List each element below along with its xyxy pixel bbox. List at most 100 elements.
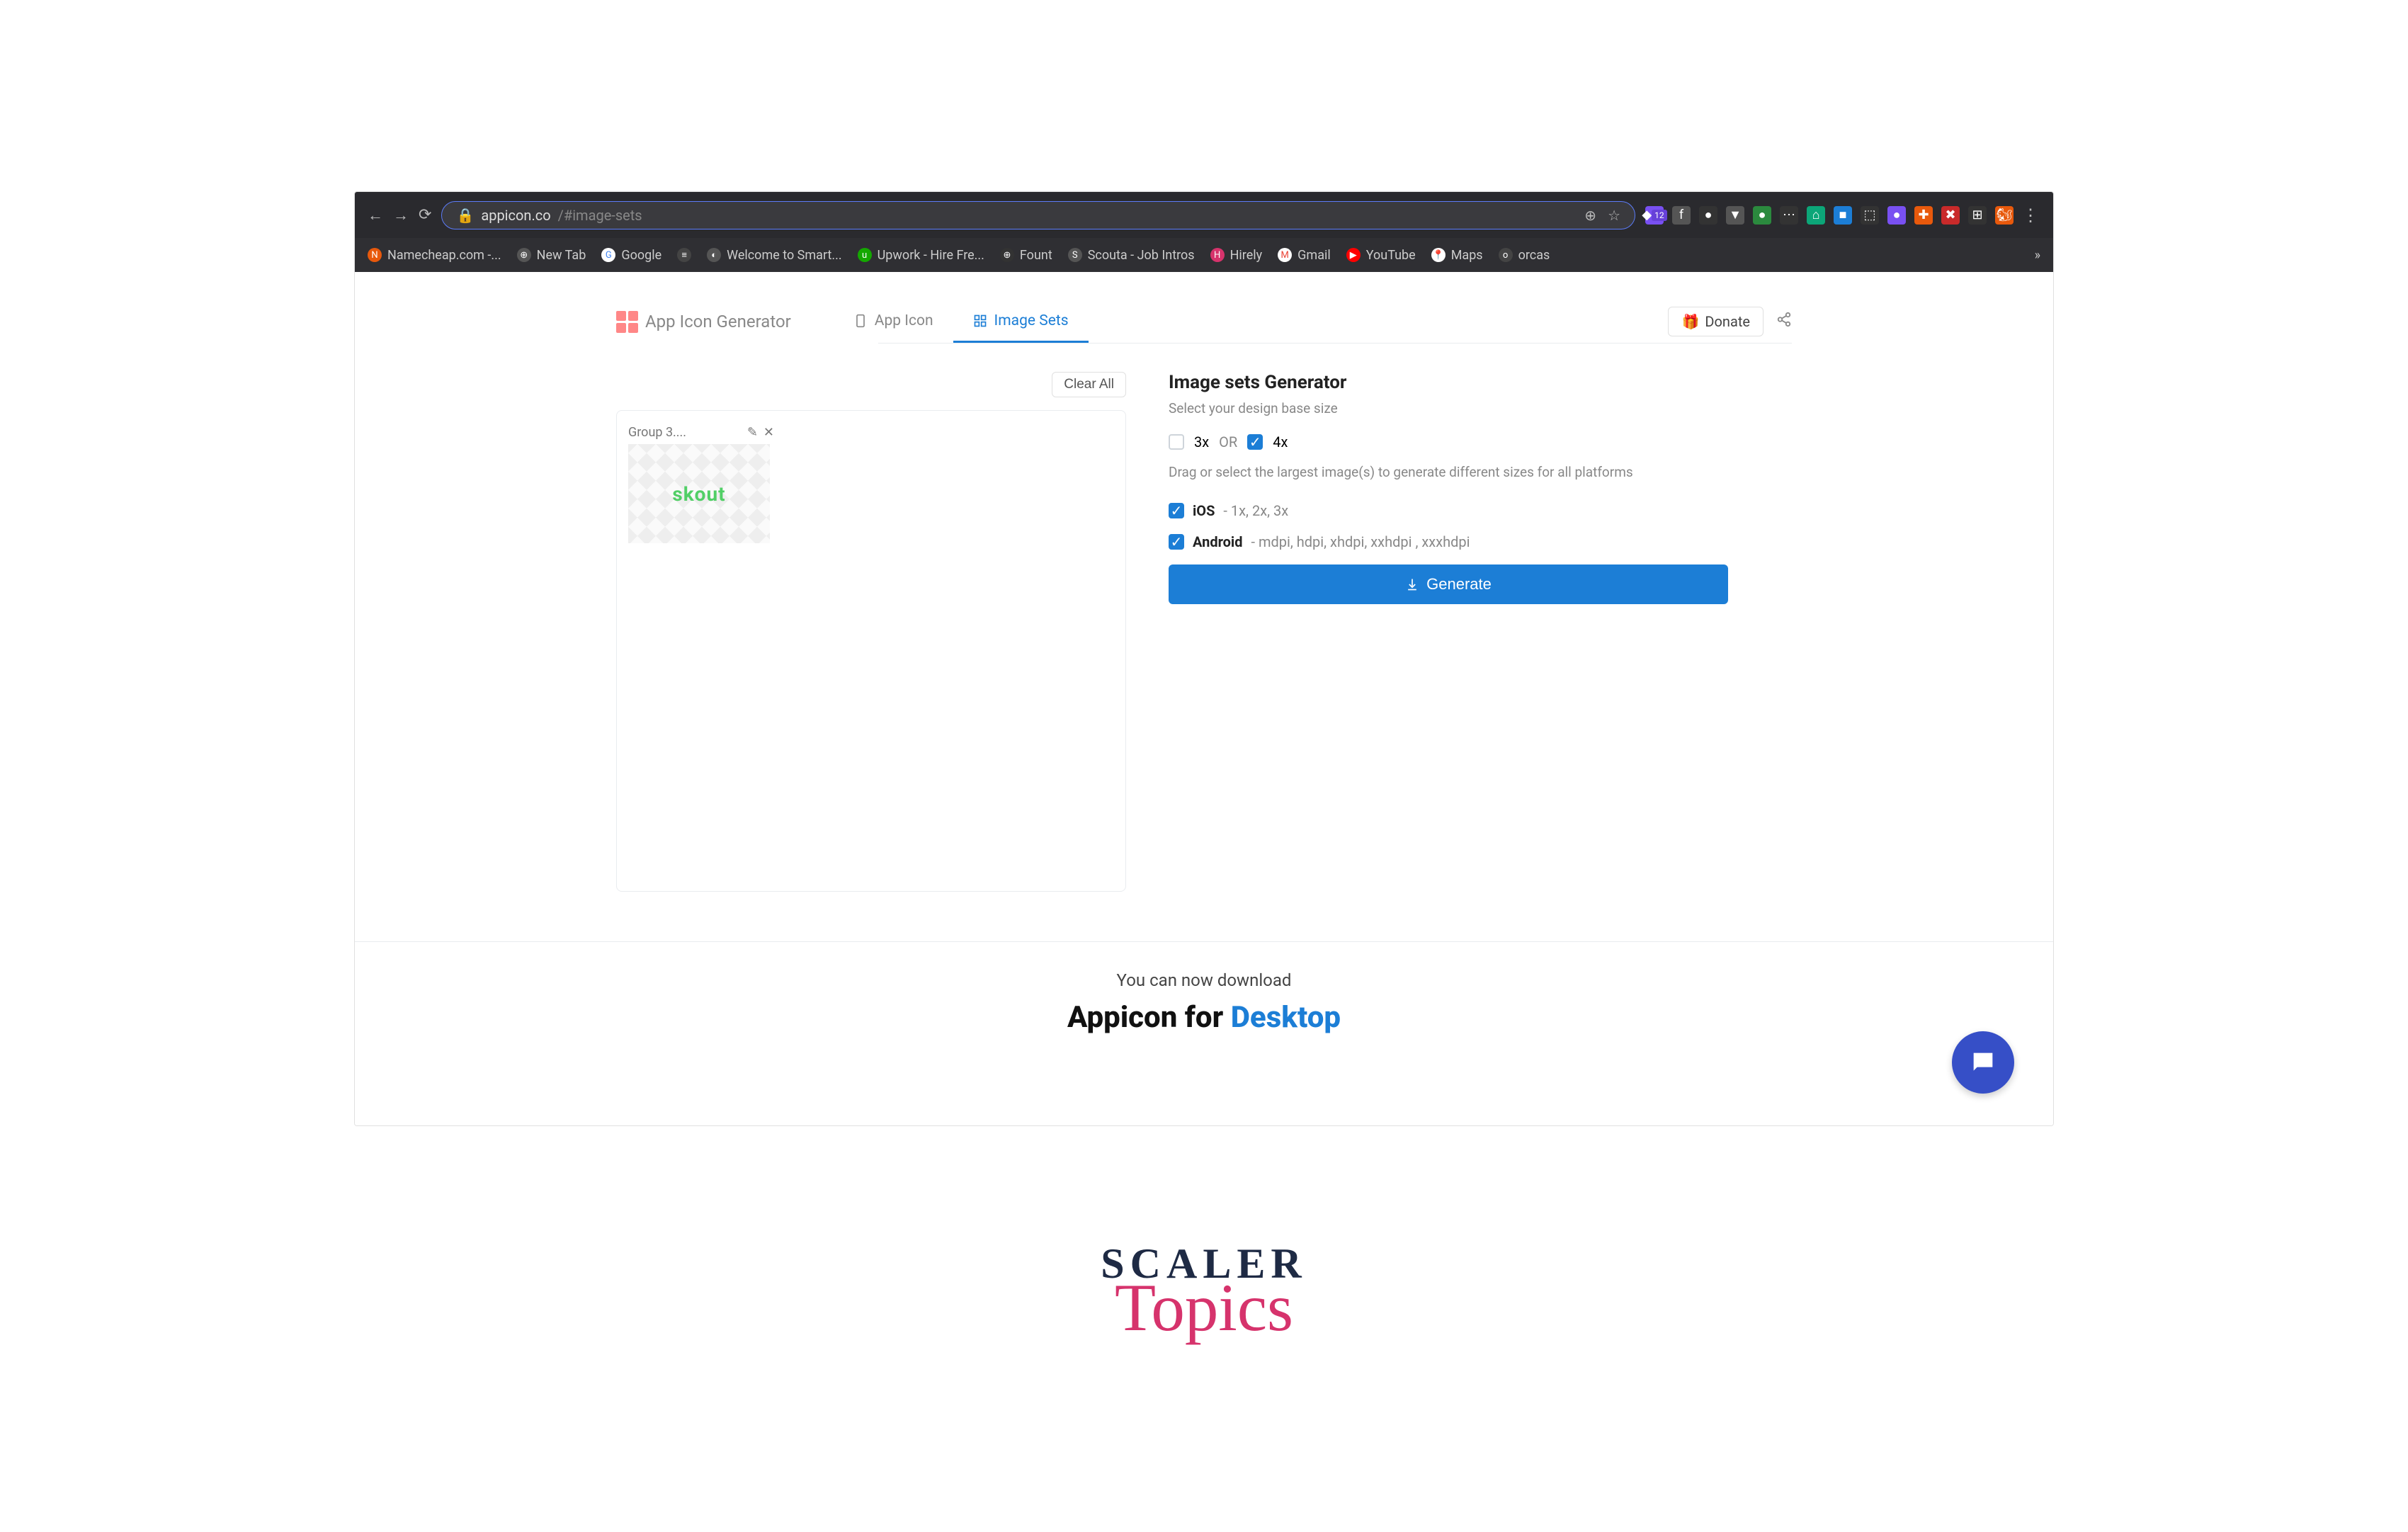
- bookmark-item[interactable]: ◐Welcome to Smart...: [707, 248, 841, 263]
- bookmarks-overflow-icon[interactable]: »: [2035, 248, 2040, 263]
- bookmark-favicon: S: [1068, 248, 1082, 262]
- extension-icon[interactable]: ⌂: [1807, 206, 1825, 225]
- extension-icon[interactable]: ✖: [1941, 206, 1960, 225]
- thumbnail-header: Group 3.... ✎ ✕: [628, 425, 774, 440]
- logo-icon: [616, 311, 638, 333]
- tab-image-sets[interactable]: Image Sets: [953, 300, 1089, 343]
- platform-android-row: ✓ Android - mdpi, hdpi, xhdpi, xxhdpi , …: [1169, 533, 1792, 550]
- header-actions: 🎁 Donate: [1668, 307, 1792, 336]
- forward-button[interactable]: →: [393, 206, 409, 225]
- generate-label: Generate: [1426, 575, 1492, 594]
- extension-icon[interactable]: ✚: [1914, 206, 1933, 225]
- bookmark-item[interactable]: oorcas: [1499, 248, 1550, 263]
- kebab-menu-icon[interactable]: ⋮: [2022, 205, 2040, 225]
- share-icon[interactable]: [1776, 312, 1792, 331]
- bookmark-favicon: H: [1210, 248, 1225, 262]
- tab-label: Image Sets: [994, 312, 1069, 329]
- tab-app-icon[interactable]: App Icon: [834, 300, 953, 343]
- grid-icon: [973, 314, 987, 328]
- checkbox-ios[interactable]: ✓: [1169, 503, 1184, 518]
- browser-toolbar: ← → ⟳ 🔒 appicon.co/#image-sets ⊕ ☆ ◆12 f…: [355, 192, 2053, 238]
- checkbox-3x[interactable]: [1169, 434, 1184, 450]
- bookmark-item[interactable]: ▶ YouTube: [1346, 248, 1416, 263]
- bookmark-favicon: ⊕: [1000, 248, 1014, 262]
- thumbnail-filename: Group 3....: [628, 425, 686, 440]
- gift-icon: 🎁: [1681, 313, 1699, 330]
- upload-panel: Clear All Group 3.... ✎ ✕ skout: [616, 372, 1126, 892]
- page-content: App Icon Generator App Icon Image Sets 🎁…: [355, 272, 2053, 1125]
- address-bar[interactable]: 🔒 appicon.co/#image-sets ⊕ ☆: [441, 201, 1635, 229]
- edit-icon[interactable]: ✎: [747, 425, 758, 440]
- bookmark-favicon: u: [858, 248, 872, 262]
- extension-icon[interactable]: ●: [1753, 206, 1771, 225]
- panel-title: Image sets Generator: [1169, 372, 1792, 393]
- extension-icon[interactable]: f: [1672, 206, 1691, 225]
- back-button[interactable]: ←: [368, 206, 383, 225]
- extension-icon[interactable]: ◆12: [1645, 206, 1664, 225]
- extensions-tray: ◆12 f ● ▼ ● ⋯ ⌂ ■ ⬚ ● ✚ ✖ ⊞ 🐿 ⋮: [1645, 205, 2040, 225]
- tab-label: App Icon: [875, 312, 933, 329]
- extension-icon[interactable]: ■: [1834, 206, 1852, 225]
- bookmark-label: YouTube: [1366, 248, 1416, 263]
- bookmark-item[interactable]: ⊕New Tab: [517, 248, 586, 263]
- install-icon[interactable]: ⊕: [1584, 207, 1596, 224]
- thumbnail-preview: skout: [628, 444, 770, 543]
- bookmark-label: Gmail: [1297, 248, 1331, 263]
- bookmark-label: Hirely: [1230, 248, 1263, 263]
- checkbox-4x[interactable]: ✓: [1247, 434, 1263, 450]
- label-or: OR: [1219, 433, 1237, 450]
- reload-button[interactable]: ⟳: [419, 206, 431, 224]
- bookmark-label: Scouta - Job Intros: [1088, 248, 1195, 263]
- donate-button[interactable]: 🎁 Donate: [1668, 307, 1764, 336]
- label-android-detail: - mdpi, hdpi, xhdpi, xxhdpi , xxxhdpi: [1251, 533, 1470, 550]
- bookmark-label: orcas: [1518, 248, 1550, 263]
- topics-word: Topics: [1101, 1284, 1307, 1332]
- bookmark-label: Maps: [1451, 248, 1483, 263]
- remove-icon[interactable]: ✕: [763, 425, 774, 440]
- nav-arrows: ← →: [368, 206, 409, 225]
- chat-fab[interactable]: [1952, 1031, 2014, 1094]
- bookmark-item[interactable]: GGoogle: [601, 248, 661, 263]
- bookmark-label: Namecheap.com -...: [387, 248, 501, 263]
- bookmark-item[interactable]: uUpwork - Hire Fre...: [858, 248, 984, 263]
- bookmark-item[interactable]: 📍 Maps: [1431, 248, 1483, 263]
- brand-logo[interactable]: App Icon Generator: [616, 311, 791, 333]
- bookmark-favicon: G: [601, 248, 615, 262]
- extension-icon[interactable]: ⋯: [1780, 206, 1798, 225]
- extension-icon[interactable]: ●: [1887, 206, 1906, 225]
- extensions-puzzle-icon[interactable]: ⊞: [1968, 206, 1987, 225]
- platform-ios-row: ✓ iOS - 1x, 2x, 3x: [1169, 502, 1792, 519]
- bookmark-item[interactable]: H Hirely: [1210, 248, 1263, 263]
- download-icon: [1405, 577, 1419, 591]
- site-header: App Icon Generator App Icon Image Sets 🎁…: [616, 272, 1792, 343]
- bookmark-star-icon[interactable]: ☆: [1608, 207, 1620, 224]
- bookmark-favicon: M: [1278, 248, 1292, 262]
- extension-icon[interactable]: ●: [1699, 206, 1717, 225]
- lock-icon: 🔒: [456, 207, 474, 224]
- bookmark-item[interactable]: S Scouta - Job Intros: [1068, 248, 1195, 263]
- url-host: appicon.co: [481, 207, 550, 224]
- extension-icon[interactable]: ▼: [1726, 206, 1744, 225]
- label-ios-detail: - 1x, 2x, 3x: [1223, 502, 1288, 519]
- bookmark-label: Fount: [1020, 248, 1052, 263]
- bookmark-favicon: ▶: [1346, 248, 1361, 262]
- instructions-text: Drag or select the largest image(s) to g…: [1169, 463, 1792, 482]
- bookmark-item[interactable]: M Gmail: [1278, 248, 1331, 263]
- nav-tabs: App Icon Image Sets: [834, 300, 1089, 343]
- clear-all-button[interactable]: Clear All: [1052, 372, 1126, 397]
- image-dropzone[interactable]: Group 3.... ✎ ✕ skout: [616, 410, 1126, 892]
- generate-button[interactable]: Generate: [1169, 564, 1728, 604]
- bookmark-item[interactable]: ≡: [677, 248, 691, 262]
- bookmark-favicon: ≡: [677, 248, 691, 262]
- label-android: Android: [1193, 533, 1242, 550]
- extension-badge: 12: [1652, 210, 1667, 221]
- bookmark-favicon: 📍: [1431, 248, 1446, 262]
- bookmark-item[interactable]: ⊕ Fount: [1000, 248, 1052, 263]
- checkbox-android[interactable]: ✓: [1169, 534, 1184, 550]
- promo-title: Appicon for Desktop: [355, 1000, 2053, 1035]
- bookmark-label: Welcome to Smart...: [727, 248, 841, 263]
- profile-avatar[interactable]: 🐿: [1995, 206, 2014, 225]
- bookmark-item[interactable]: N Namecheap.com -...: [368, 248, 501, 263]
- extension-icon[interactable]: ⬚: [1861, 206, 1879, 225]
- bookmark-favicon: N: [368, 248, 382, 262]
